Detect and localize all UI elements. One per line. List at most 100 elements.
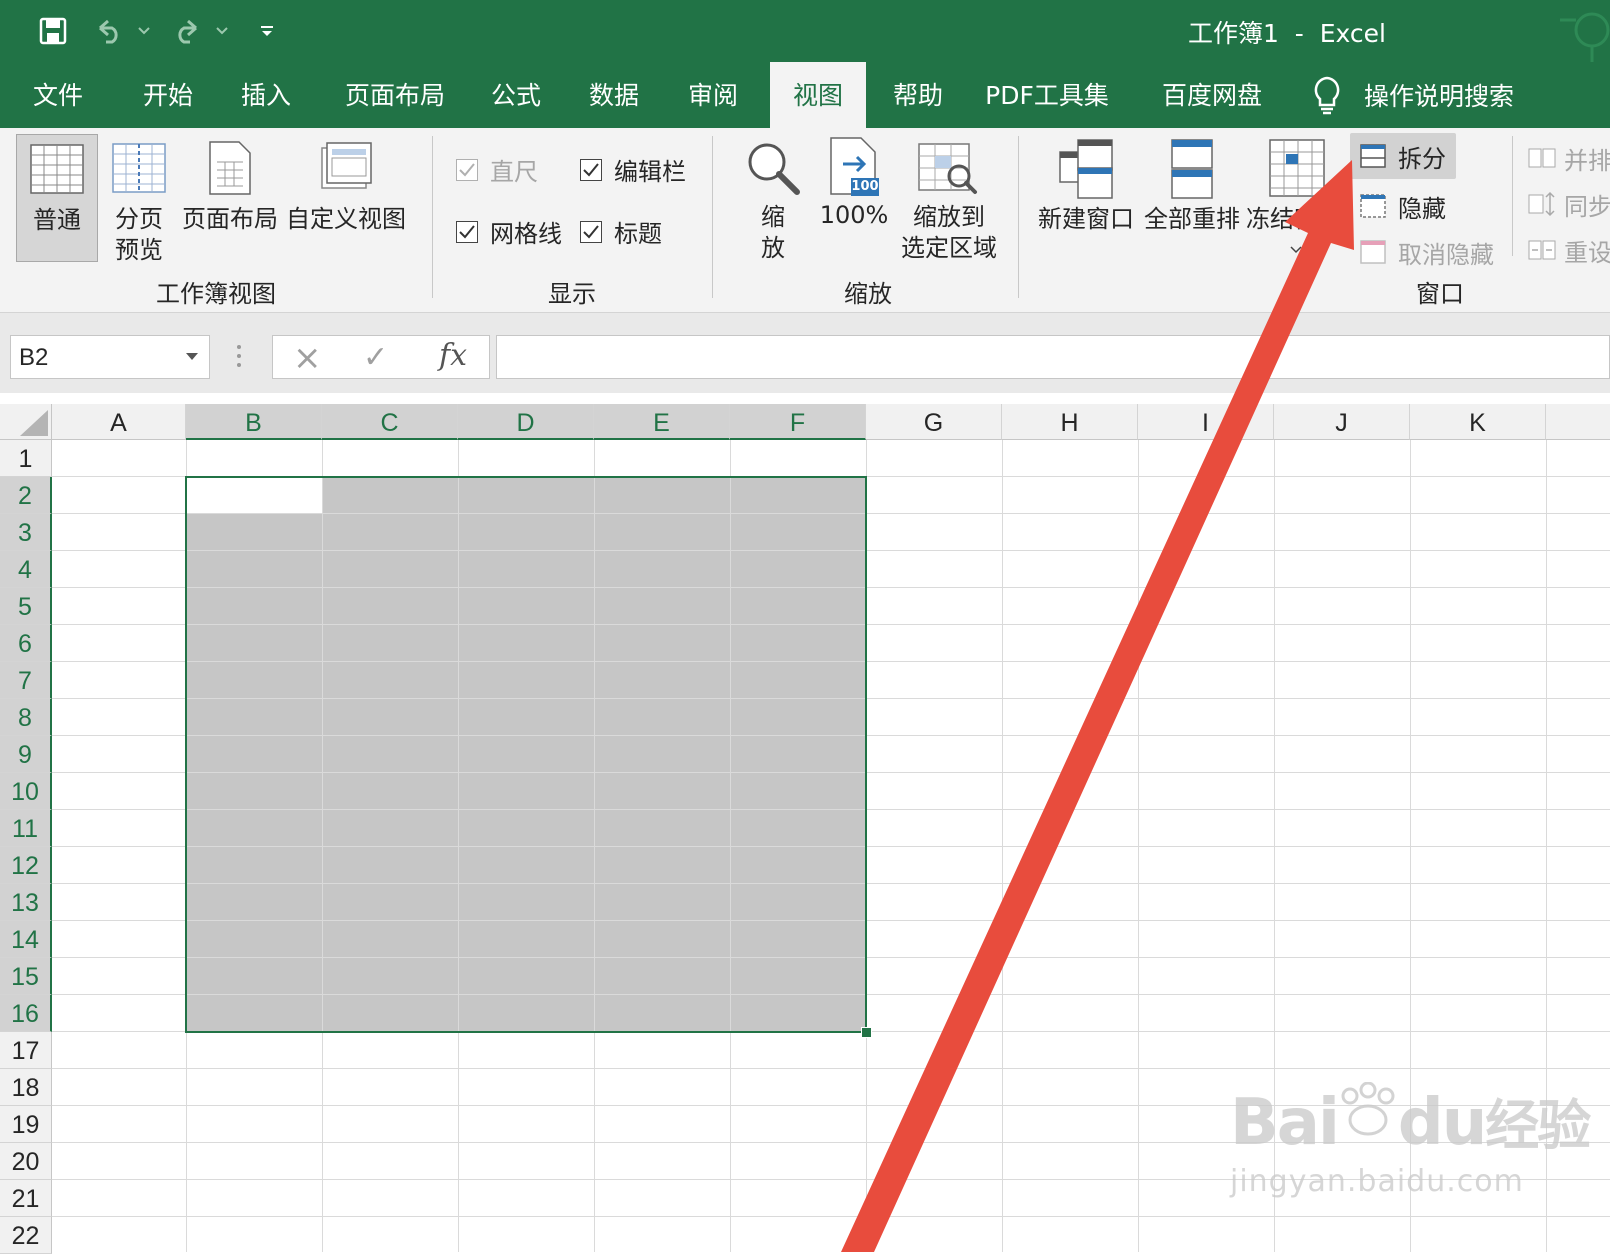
redo-dropdown-icon[interactable] <box>212 14 232 48</box>
row-header-4[interactable]: 4 <box>0 551 52 588</box>
column-header-i[interactable]: I <box>1138 404 1274 440</box>
search-label: 操作说明搜索 <box>1364 82 1515 111</box>
reset-position-icon <box>1528 240 1556 260</box>
zoom-100-button[interactable]: 100 100% <box>816 134 892 231</box>
redo-icon[interactable] <box>170 14 204 48</box>
row-header-2[interactable]: 2 <box>0 477 52 514</box>
arrange-all-button[interactable]: 全部重排 <box>1140 134 1244 235</box>
name-box-dropdown-icon[interactable] <box>185 352 199 362</box>
group-separator <box>432 136 433 298</box>
column-header-h[interactable]: H <box>1002 404 1138 440</box>
row-header-17[interactable]: 17 <box>0 1032 52 1069</box>
split-icon <box>1360 144 1386 168</box>
tab-formulas[interactable]: 公式 <box>476 62 556 128</box>
view-side-by-side-button[interactable]: 并排 <box>1528 136 1610 180</box>
watermark-url: jingyan.baidu.com <box>1230 1164 1524 1199</box>
column-header-k[interactable]: K <box>1410 404 1546 440</box>
custom-views-button[interactable]: 自定义视图 <box>284 134 408 235</box>
reset-position-button[interactable]: 重设 <box>1528 228 1610 272</box>
window-title: 工作簿1 - Excel <box>1188 19 1386 48</box>
arrange-all-icon <box>1171 139 1213 199</box>
row-header-7[interactable]: 7 <box>0 662 52 699</box>
column-header-d[interactable]: D <box>458 404 594 440</box>
lightbulb-icon <box>1314 76 1340 115</box>
tab-file[interactable]: 文件 <box>18 62 98 128</box>
headings-checkbox[interactable]: 标题 <box>580 214 662 249</box>
undo-icon[interactable] <box>92 14 126 48</box>
column-header-e[interactable]: E <box>594 404 730 440</box>
tab-insert[interactable]: 插入 <box>226 62 306 128</box>
normal-view-button[interactable]: 普通 <box>16 134 98 262</box>
select-all-button[interactable] <box>0 404 52 440</box>
gridlines-checkbox[interactable]: 网格线 <box>456 214 562 249</box>
undo-dropdown-icon[interactable] <box>134 14 154 48</box>
watermark-brand-2: du <box>1397 1086 1487 1160</box>
insert-function-icon[interactable]: fx <box>439 338 467 373</box>
row-header-18[interactable]: 18 <box>0 1069 52 1106</box>
zoom-100-label: 100% <box>819 201 889 229</box>
freeze-panes-button[interactable]: 冻结窗 <box>1246 134 1326 262</box>
zoom-group-label: 缩放 <box>844 280 892 308</box>
hide-window-icon <box>1360 194 1386 218</box>
row-header-8[interactable]: 8 <box>0 699 52 736</box>
tab-home[interactable]: 开始 <box>128 62 208 128</box>
column-header-f[interactable]: F <box>730 404 866 440</box>
tab-page-layout[interactable]: 页面布局 <box>330 62 460 128</box>
confirm-entry-icon[interactable]: ✓ <box>363 340 388 375</box>
row-header-10[interactable]: 10 <box>0 773 52 810</box>
hide-button[interactable]: 隐藏 <box>1360 184 1446 228</box>
zoom-button[interactable]: 缩 放 <box>740 134 806 264</box>
split-label: 拆分 <box>1398 144 1446 173</box>
row-header-20[interactable]: 20 <box>0 1143 52 1180</box>
tab-pdf-tools[interactable]: PDF工具集 <box>982 62 1112 128</box>
formula-bar-resize-handle[interactable] <box>236 341 242 371</box>
row-header-1[interactable]: 1 <box>0 440 52 477</box>
row-header-22[interactable]: 22 <box>0 1217 52 1254</box>
tab-review[interactable]: 审阅 <box>673 62 753 128</box>
page-break-preview-button[interactable]: 分页 预览 <box>104 134 174 266</box>
unhide-button[interactable]: 取消隐藏 <box>1360 230 1494 274</box>
zoom-to-selection-button[interactable]: 缩放到 选定区域 <box>892 134 1006 264</box>
row-header-16[interactable]: 16 <box>0 995 52 1032</box>
ruler-checkbox[interactable]: 直尺 <box>456 152 538 187</box>
row-header-13[interactable]: 13 <box>0 884 52 921</box>
group-separator <box>712 136 713 298</box>
row-header-12[interactable]: 12 <box>0 847 52 884</box>
tab-data[interactable]: 数据 <box>574 62 654 128</box>
zoom-to-selection-label-2: 选定区域 <box>901 234 997 262</box>
row-header-9[interactable]: 9 <box>0 736 52 773</box>
tab-baidu-netdisk[interactable]: 百度网盘 <box>1152 62 1272 128</box>
split-button[interactable]: 拆分 <box>1350 133 1456 179</box>
row-header-11[interactable]: 11 <box>0 810 52 847</box>
window-group-label: 窗口 <box>1416 280 1464 308</box>
page-layout-view-button[interactable]: 页面布局 <box>180 134 280 235</box>
column-header-j[interactable]: J <box>1274 404 1410 440</box>
column-header-c[interactable]: C <box>322 404 458 440</box>
tab-view[interactable]: 视图 <box>770 62 866 128</box>
new-window-button[interactable]: 新建窗口 <box>1034 134 1138 235</box>
row-header-15[interactable]: 15 <box>0 958 52 995</box>
cancel-entry-icon[interactable]: × <box>293 338 322 378</box>
row-header-19[interactable]: 19 <box>0 1106 52 1143</box>
customize-icon[interactable] <box>252 14 282 48</box>
column-header-a[interactable]: A <box>52 404 186 440</box>
save-icon[interactable] <box>36 14 70 48</box>
watermark-brand-1: Bai <box>1230 1086 1340 1160</box>
formula-bar-checkbox[interactable]: 编辑栏 <box>580 152 686 187</box>
zoom-100-badge: 100 <box>851 179 879 194</box>
row-header-6[interactable]: 6 <box>0 625 52 662</box>
row-header-3[interactable]: 3 <box>0 514 52 551</box>
name-box[interactable]: B2 <box>10 335 210 379</box>
row-header-5[interactable]: 5 <box>0 588 52 625</box>
row-header-21[interactable]: 21 <box>0 1180 52 1217</box>
column-header-g[interactable]: G <box>866 404 1002 440</box>
tell-me-search[interactable]: 操作说明搜索 <box>1310 62 1514 128</box>
column-header-b[interactable]: B <box>186 404 322 440</box>
tab-help[interactable]: 帮助 <box>878 62 958 128</box>
magnifier-icon <box>748 143 800 195</box>
formula-input[interactable] <box>496 335 1610 379</box>
fill-handle[interactable] <box>861 1027 872 1038</box>
row-header-14[interactable]: 14 <box>0 921 52 958</box>
sync-scroll-button[interactable]: 同步 <box>1528 182 1610 226</box>
column-header-overflow[interactable] <box>1546 404 1610 440</box>
